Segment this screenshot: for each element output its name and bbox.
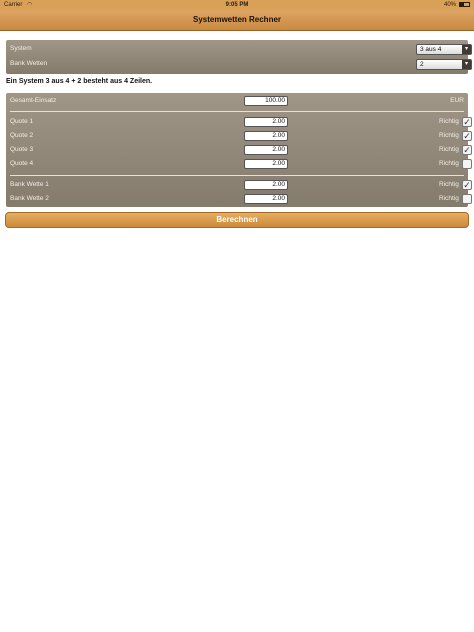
system-label: System [10, 45, 32, 52]
richtig-label: Richtig [439, 195, 459, 202]
quote-input[interactable]: 2.00 [244, 131, 288, 141]
system-select-value: 3 aus 4 [420, 46, 442, 53]
richtig-checkbox[interactable] [462, 194, 472, 204]
richtig-checkbox[interactable]: ✓ [462, 180, 472, 190]
quote-row: Quote 3 2.00 Richtig ✓ [6, 143, 472, 157]
battery-percent: 40% [443, 2, 456, 8]
stake-label: Gesamt-Einsatz [10, 97, 57, 104]
quote-input[interactable]: 2.00 [244, 159, 288, 169]
system-select[interactable]: 3 aus 4 ▾ [416, 44, 472, 55]
richtig-checkbox[interactable]: ✓ [462, 131, 472, 141]
nav-title: Systemwetten Rechner [0, 10, 474, 31]
bank-label: Bank Wetten [10, 60, 48, 67]
bank-bet-input[interactable]: 2.00 [244, 180, 288, 190]
currency-label: EUR [450, 97, 464, 104]
richtig-label: Richtig [439, 118, 459, 125]
richtig-label: Richtig [439, 160, 459, 167]
richtig-label: Richtig [439, 181, 459, 188]
bank-bet-input[interactable]: 2.00 [244, 194, 288, 204]
bank-bet-label: Bank Wette 1 [10, 181, 49, 188]
bank-bet-label: Bank Wette 2 [10, 195, 49, 202]
quote-input[interactable]: 2.00 [244, 145, 288, 155]
quote-label: Quote 1 [10, 118, 34, 125]
system-row: System 3 aus 4 ▾ [6, 42, 472, 56]
quote-label: Quote 3 [10, 146, 34, 153]
quote-label: Quote 2 [10, 132, 34, 139]
quote-row: Quote 1 2.00 Richtig ✓ [6, 115, 472, 129]
quote-row: Quote 2 2.00 Richtig ✓ [6, 129, 472, 143]
chevron-down-icon: ▾ [462, 45, 471, 54]
quote-label: Quote 4 [10, 160, 34, 167]
bank-bet-row: Bank Wette 1 2.00 Richtig ✓ [6, 178, 472, 192]
chevron-down-icon: ▾ [462, 60, 471, 69]
richtig-checkbox[interactable]: ✓ [462, 117, 472, 127]
divider [10, 175, 464, 176]
system-info-text: Ein System 3 aus 4 + 2 besteht aus 4 Zei… [6, 78, 153, 85]
battery-icon [459, 2, 470, 7]
quote-input[interactable]: 2.00 [244, 117, 288, 127]
settings-panel: System 3 aus 4 ▾ Bank Wetten 2 ▾ [6, 40, 472, 74]
divider [10, 111, 464, 112]
bank-select-value: 2 [420, 61, 424, 68]
stake-row: Gesamt-Einsatz 100.00 EUR [6, 94, 468, 108]
richtig-label: Richtig [439, 132, 459, 139]
calculate-button[interactable]: Berechnen [5, 212, 469, 228]
richtig-checkbox[interactable]: ✓ [462, 145, 472, 155]
richtig-label: Richtig [439, 146, 459, 153]
bets-panel: Gesamt-Einsatz 100.00 EUR Quote 1 2.00 R… [6, 93, 472, 207]
quote-row: Quote 4 2.00 Richtig [6, 157, 472, 171]
status-bar: Carrier ◠ 9:05 PM 40% [0, 0, 474, 10]
status-time: 9:05 PM [225, 2, 249, 8]
bank-bet-row: Bank Wette 2 2.00 Richtig [6, 192, 472, 206]
bank-row: Bank Wetten 2 ▾ [6, 57, 472, 71]
bank-select[interactable]: 2 ▾ [416, 59, 472, 70]
stake-input[interactable]: 100.00 [244, 96, 288, 106]
richtig-checkbox[interactable] [462, 159, 472, 169]
